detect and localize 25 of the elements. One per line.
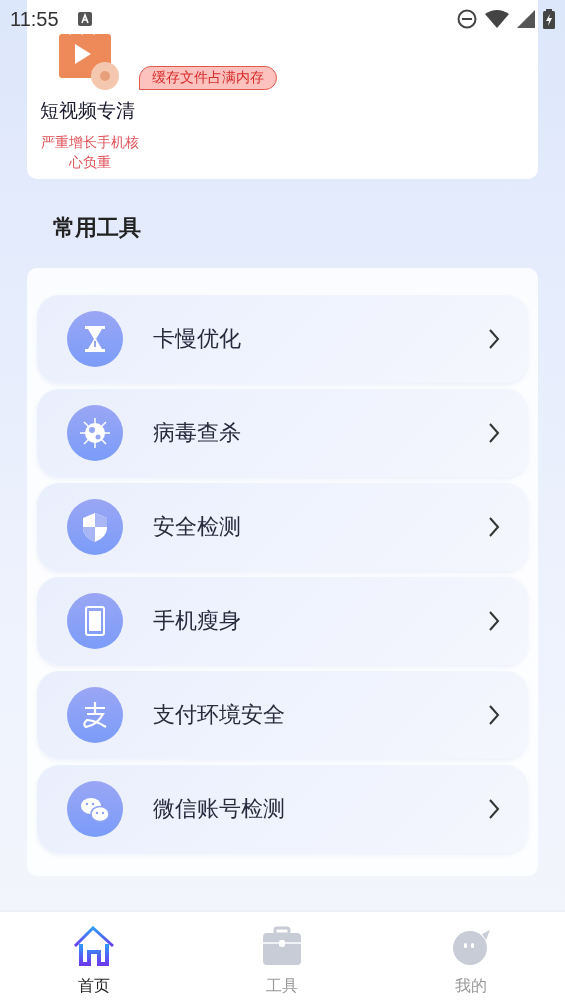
tool-item[interactable]: 病毒查杀: [37, 389, 528, 477]
signal-icon: [517, 10, 535, 28]
chevron-right-icon: [488, 422, 500, 444]
battery-icon: [543, 9, 555, 29]
tool-item[interactable]: 手机瘦身: [37, 577, 528, 665]
card-title: 短视频专清: [40, 98, 136, 123]
chevron-right-icon: [488, 516, 500, 538]
wifi-icon: [485, 10, 509, 28]
tool-item[interactable]: 微信账号检测: [37, 765, 528, 853]
section-title: 常用工具: [53, 214, 141, 242]
virus-icon: [79, 417, 111, 449]
chevron-right-icon: [488, 610, 500, 632]
status-time: 11:55: [10, 7, 59, 31]
do-not-disturb-icon: [457, 9, 477, 29]
chevron-right-icon: [488, 798, 500, 820]
briefcase-icon: [261, 926, 304, 968]
warning-text: 严重增长手机核心负重: [40, 133, 140, 172]
chevron-right-icon: [488, 704, 500, 726]
chevron-right-icon: [488, 328, 500, 350]
home-icon: [73, 926, 116, 968]
warning-badge: 缓存文件占满内存: [139, 66, 277, 90]
tool-item[interactable]: 支付环境安全: [37, 671, 528, 759]
tool-item[interactable]: 卡慢优化: [37, 295, 528, 383]
tool-item[interactable]: 安全检测: [37, 483, 528, 571]
nav-tab[interactable]: 首页: [34, 912, 155, 1004]
